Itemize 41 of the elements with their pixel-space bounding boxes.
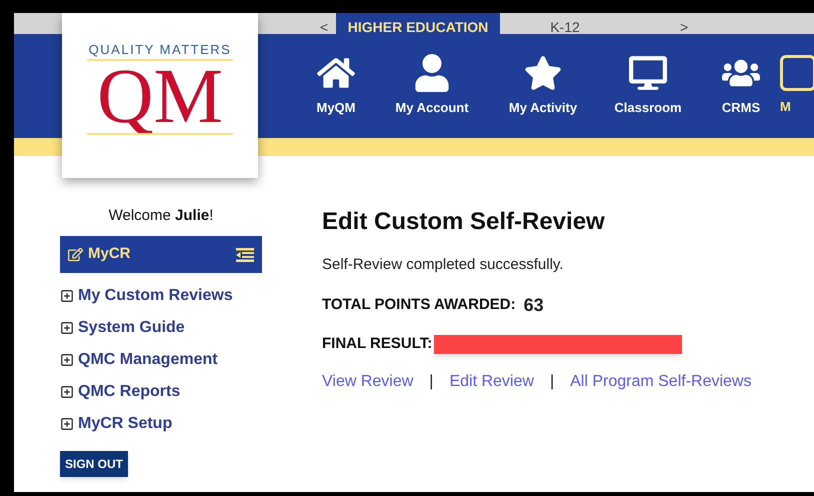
nav-link[interactable]: My Activity xyxy=(492,54,594,118)
next-arrow[interactable]: > xyxy=(680,20,688,34)
result-label: FINAL RESULT: xyxy=(322,334,432,354)
points-value: 63 xyxy=(524,294,544,317)
square-icon xyxy=(780,55,814,92)
sidebar-link[interactable]: MyCR Setup xyxy=(78,413,172,435)
nav-link[interactable]: Classroom xyxy=(594,54,702,118)
top-tab[interactable]: K-12 xyxy=(500,13,630,34)
sidebar-link[interactable]: QMC Management xyxy=(78,349,218,371)
points-label: TOTAL POINTS AWARDED: xyxy=(322,295,516,316)
review-link[interactable]: View Review xyxy=(322,370,414,394)
logo-mark: QM xyxy=(97,61,223,131)
status-message: Self-Review completed successfully. xyxy=(322,257,564,272)
previous-arrow[interactable]: < xyxy=(320,20,336,34)
expand-icon[interactable] xyxy=(60,353,74,367)
expand-icon[interactable] xyxy=(60,385,74,399)
logo-tagline: QUALITY MATTERS xyxy=(88,43,232,56)
nav-link[interactable]: My Account xyxy=(372,54,492,118)
monitor-icon xyxy=(629,54,667,92)
expand-icon[interactable] xyxy=(60,289,74,303)
sidebar-link[interactable]: My Custom Reviews xyxy=(78,285,233,307)
nav-link[interactable]: CRMS xyxy=(702,54,780,118)
user-icon xyxy=(413,54,451,92)
panel-title: MyCR xyxy=(88,244,131,264)
review-link[interactable]: Edit Review xyxy=(449,370,534,394)
nav-link[interactable]: M xyxy=(780,55,814,117)
page-title: Edit Custom Self-Review xyxy=(322,210,606,234)
sidebar-link[interactable]: QMC Reports xyxy=(78,381,180,403)
expand-icon[interactable] xyxy=(60,417,74,431)
review-link[interactable]: All Program Self-Reviews xyxy=(570,370,752,394)
expand-icon[interactable] xyxy=(60,321,74,335)
star-icon xyxy=(524,54,562,92)
sidebar-link[interactable]: System Guide xyxy=(78,317,185,339)
welcome-text: Welcome Julie! xyxy=(108,208,214,223)
link-separator: | xyxy=(429,372,434,392)
menu-collapse-icon[interactable] xyxy=(236,248,254,262)
sign-out-button[interactable]: SIGN OUT xyxy=(60,451,128,477)
top-tab[interactable]: HIGHER EDUCATION xyxy=(336,13,500,34)
edit-icon xyxy=(68,247,83,262)
link-separator: | xyxy=(550,372,554,392)
nav-link[interactable]: MyQM xyxy=(300,54,372,118)
